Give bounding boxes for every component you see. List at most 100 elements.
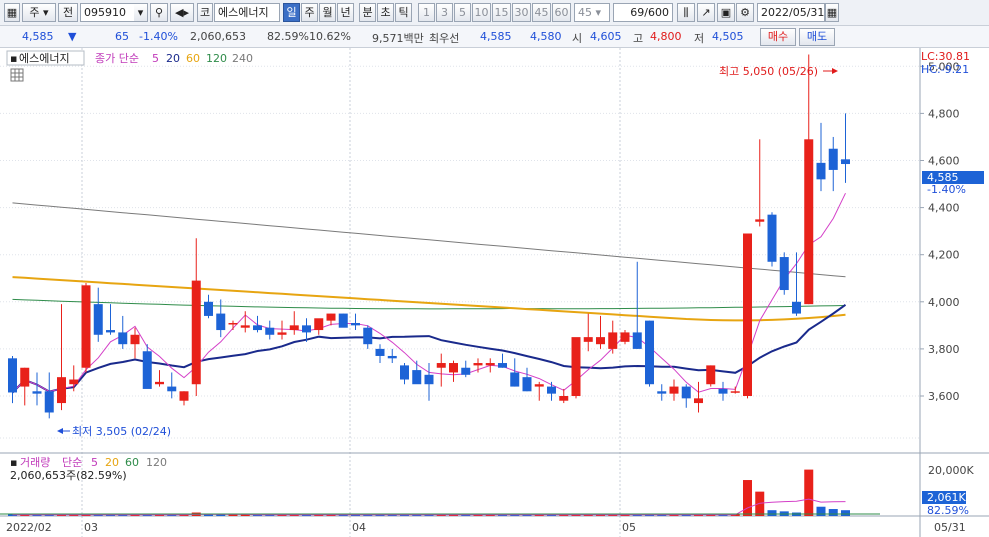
candle-body [400,365,409,380]
speaker-icon[interactable]: ◀▸ [170,3,194,22]
stock-chart[interactable]: 5,0004,8004,6004,4004,2004,0003,8003,600… [0,48,989,537]
low-label: 저 [694,32,705,45]
trade-amount: 9,571백만 [372,32,424,45]
code-dropdown-icon[interactable]: ▾ [134,3,148,22]
candle-body [694,398,703,404]
candle-body [645,320,654,385]
interval-value: 45 [578,6,592,19]
x-tick-label: 03 [84,521,98,534]
candle-body [240,325,250,328]
period-year-tab[interactable]: 년 [337,3,354,22]
candle-body [583,337,593,342]
period-tick-tab[interactable]: 틱 [395,3,412,22]
interval-30[interactable]: 30 [512,3,531,22]
candle-body [522,377,532,392]
date-input[interactable]: 2022/05/31 [757,3,825,22]
quote-bar: 4,585 ▼ 65 -1.40% 2,060,653 82.59% 10.62… [0,26,989,48]
interval-45[interactable]: 45 [532,3,551,22]
interval-60[interactable]: 60 [552,3,571,22]
sell-button[interactable]: 매도 [799,28,835,46]
x-tick-label: 04 [352,521,366,534]
candle-body [20,367,30,387]
x-tick-label: 05/31 [934,521,966,534]
candle-body [657,391,667,394]
volume-value: 2,060,653 [190,30,246,43]
interval-1[interactable]: 1 [418,3,435,22]
buy-button[interactable]: 매수 [760,28,796,46]
compare-icon[interactable]: ↗ [697,3,715,22]
interval-10[interactable]: 10 [472,3,491,22]
candle-body [277,332,287,335]
candle-body [167,386,177,392]
period-second-tab[interactable]: 초 [377,3,394,22]
candle-body [828,148,838,170]
settings-icon[interactable]: ⚙ [736,3,754,22]
candle-body [375,348,385,356]
y-tick-label: 4,600 [928,155,960,168]
low-annotation: 최저 3,505 (02/24) [72,425,171,438]
calendar-icon[interactable]: ▦ [825,3,839,22]
volume-bar [755,491,765,516]
candle-body [792,301,801,314]
volume-value-text: 2,060,653주(82.59%) [10,469,127,482]
last-pct-tag-text: -1.40% [927,183,966,196]
market-select[interactable]: 주 ▾ [22,3,56,22]
candle-body [118,332,128,345]
candle-body [804,139,814,305]
candle-body [755,219,765,222]
y-tick-label: 4,800 [928,107,960,120]
stock-code-value: 095910 [84,6,126,19]
volume-legend-marker: ▪ [10,456,17,469]
interval-3[interactable]: 3 [436,3,453,22]
bar-count-input[interactable]: 69/600 [613,3,673,22]
legend-ma240: 240 [232,52,253,65]
volume-tag-pct: 82.59% [927,504,969,517]
interval-5[interactable]: 5 [454,3,471,22]
candle-body [289,325,299,331]
interval-15[interactable]: 15 [492,3,511,22]
period-minute-tab[interactable]: 분 [359,3,376,22]
period-week-tab[interactable]: 주 [301,3,318,22]
candle-body [510,372,520,387]
down-arrow-icon: ▼ [68,30,77,43]
candle-body [841,159,850,165]
save-icon[interactable]: ▣ [717,3,735,22]
candle-body [363,327,373,345]
candle-type-icon[interactable]: ⫼ [677,3,695,22]
candle-body [351,322,360,326]
type-button[interactable]: 전 [58,3,78,22]
candle-body [608,332,618,349]
candle-body [485,363,495,366]
period-month-tab[interactable]: 월 [319,3,336,22]
candle-body [424,374,434,385]
candle-body [338,313,348,328]
lc-label: LC:30.81 [921,50,970,63]
best-quote-label: 최우선 [429,32,460,45]
candle-body [81,285,91,368]
candle-body [253,325,262,331]
candle-body [191,280,201,385]
candle-body [44,391,54,413]
candle-body [571,337,581,396]
volume-ratio: 82.59% [267,30,309,43]
search-icon[interactable]: ⚲ [150,3,168,22]
candle-body [620,332,630,342]
candle-body [265,327,275,335]
best-bid: 4,580 [530,30,562,43]
volume-bar [828,509,838,516]
table-icon[interactable] [10,68,24,82]
volume-bar [804,469,814,516]
candle-body [412,370,422,385]
chart-toolbar: ▦ 주 ▾ 전 095910 ▾ ⚲ ◀▸ 코 에스에너지 일 주 월 년 분 … [0,0,989,26]
grid-icon[interactable]: ▦ [4,3,20,22]
interval-input[interactable]: 45 ▾ [574,3,610,22]
legend-ma20: 20 [166,52,180,65]
high-price: 4,800 [650,30,682,43]
candle-body [216,313,226,331]
period-day-tab[interactable]: 일 [283,3,300,22]
candle-body [314,318,324,331]
market-prefix: 코 [197,3,213,22]
candle-body [767,214,777,262]
low-price: 4,505 [712,30,744,43]
candle-body [743,233,752,396]
